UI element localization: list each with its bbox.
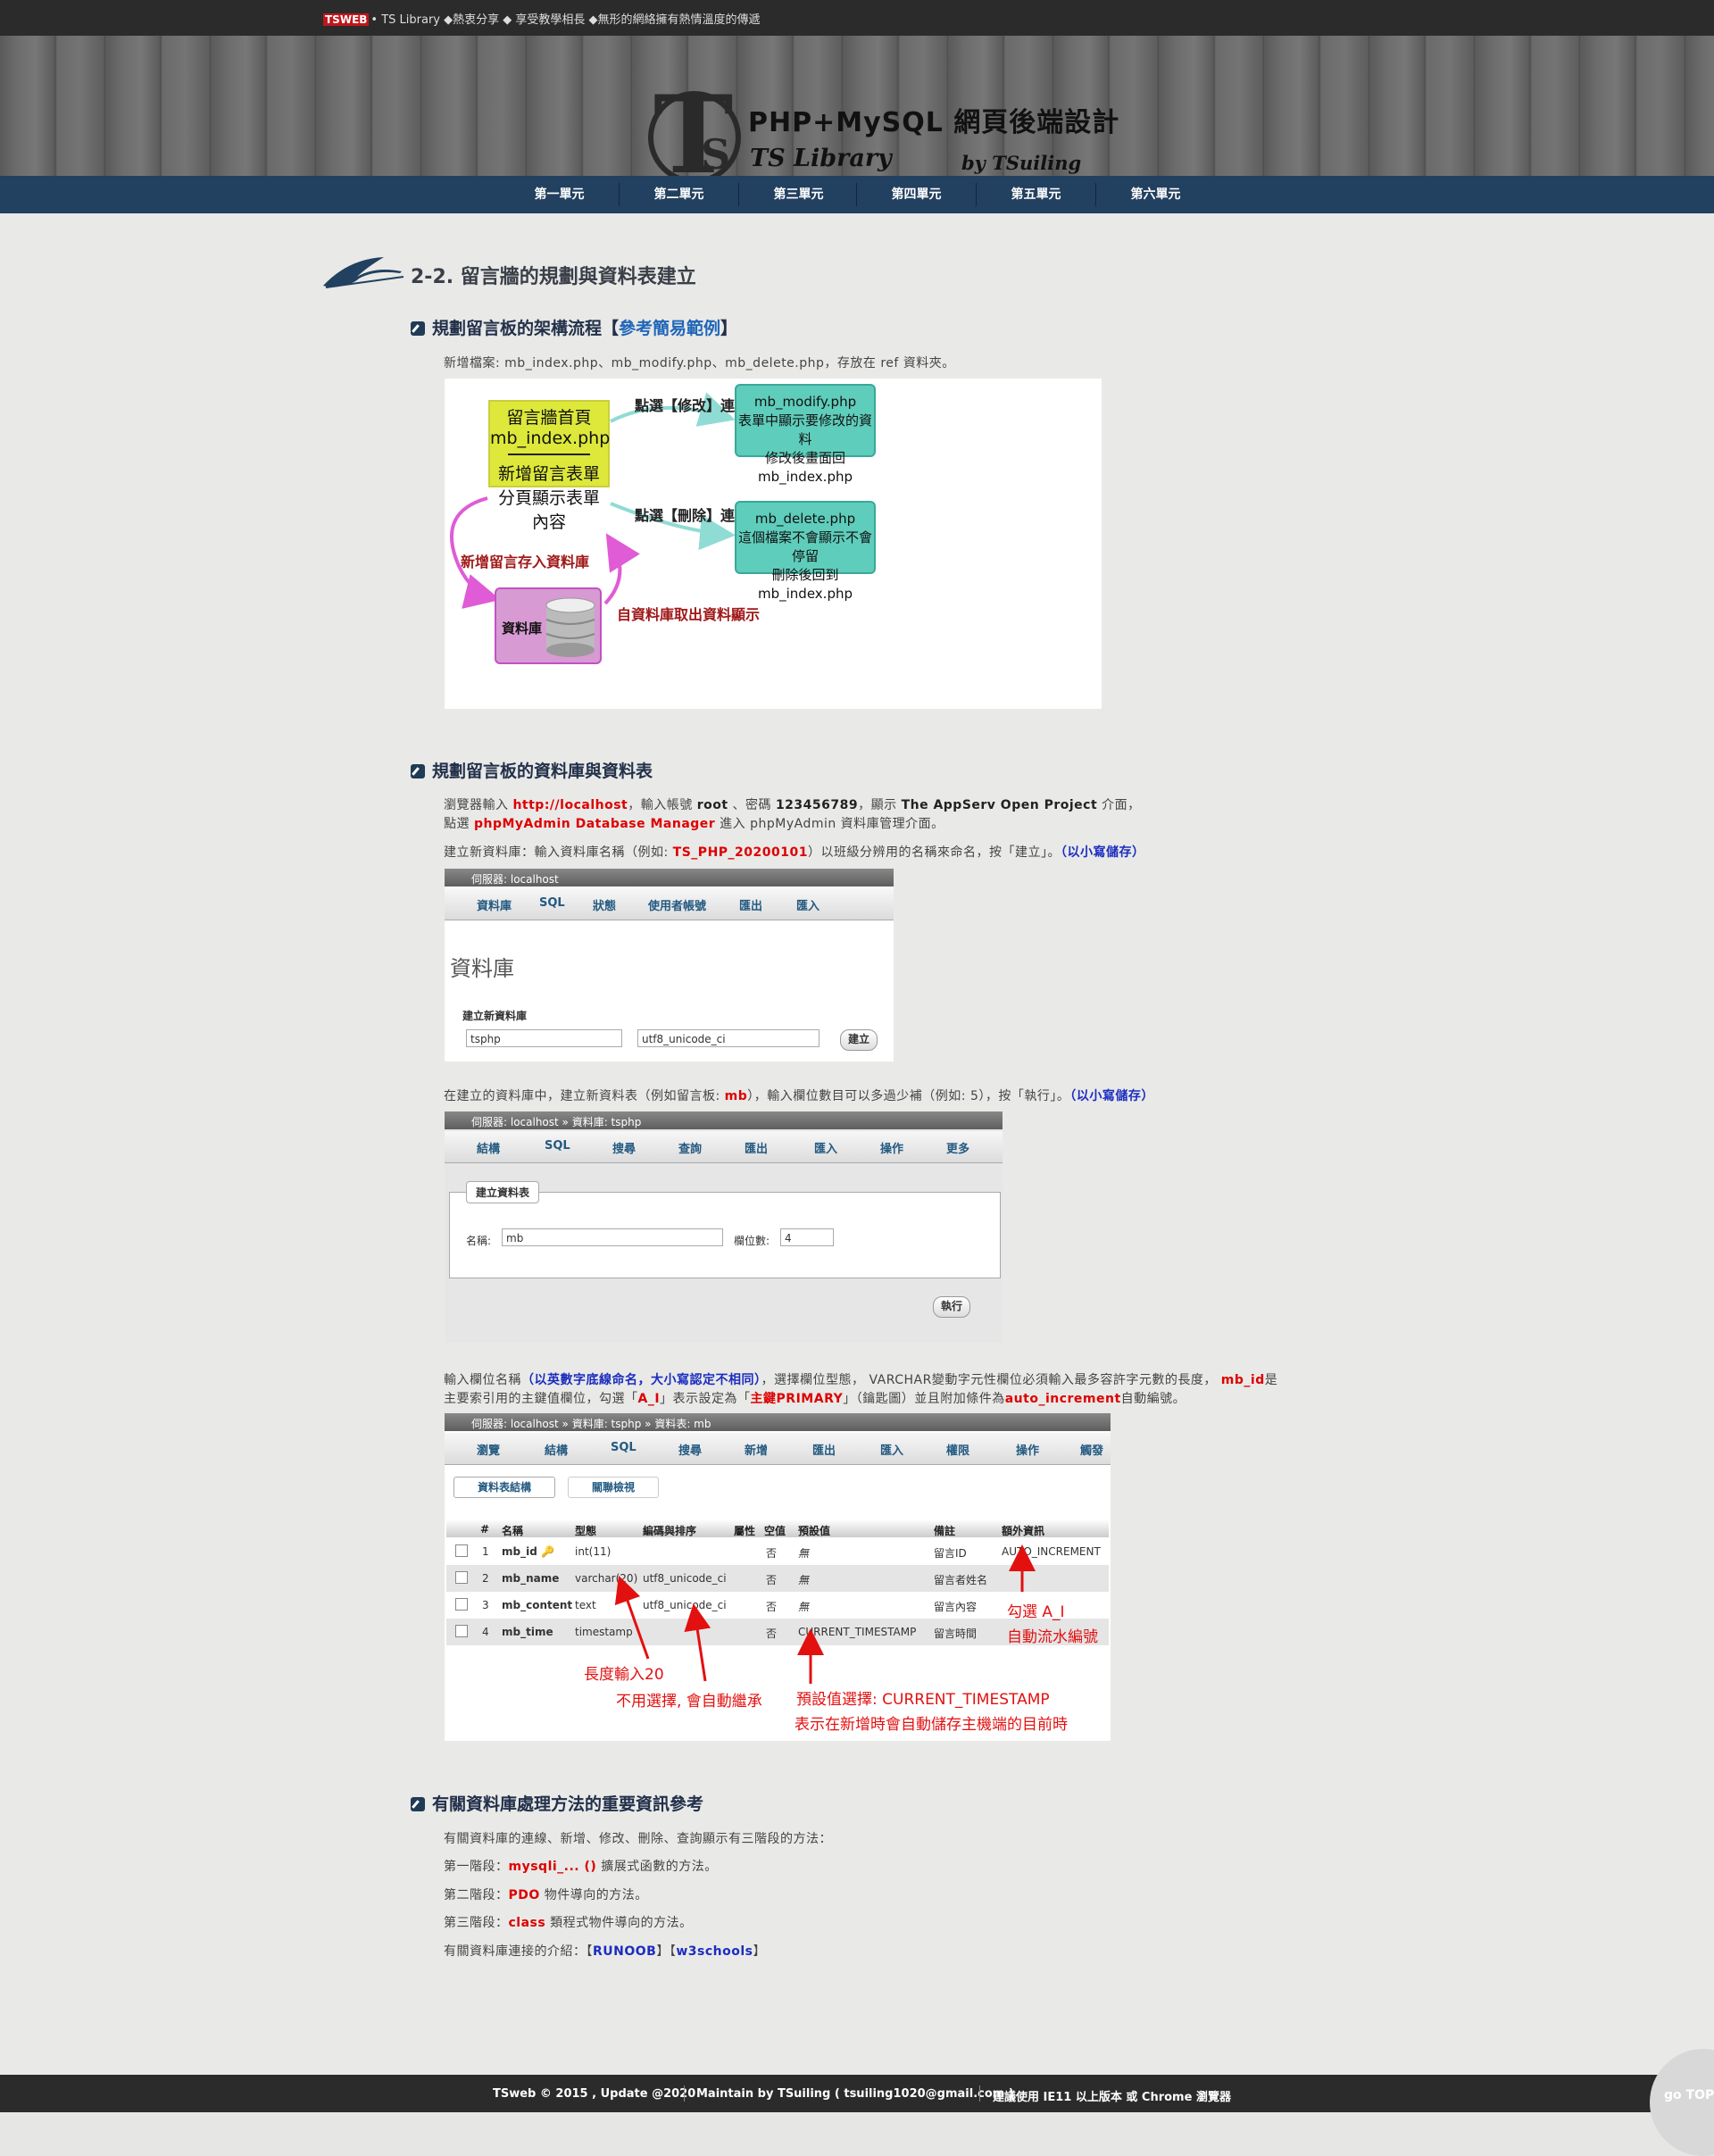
collation-select[interactable]: utf8_unicode_ci — [637, 1029, 820, 1047]
create-button[interactable]: 建立 — [840, 1029, 878, 1051]
main-nav: 第一單元 第二單元 第三單元 第四單元 第五單元 第六單元 — [0, 176, 1714, 213]
footer-maintainer[interactable]: Maintain by TSuiling ( tsuiling1020@gmai… — [696, 2087, 1014, 2101]
flow-fetch-label: 自資料庫取出資料顯示 — [617, 606, 761, 623]
tab-user-accounts[interactable]: 使用者帳號 — [648, 896, 706, 913]
annotation-default-2: 表示在新增時會自動儲存主機端的目前時 — [795, 1716, 1068, 1734]
create-table-legend: 建立資料表 — [466, 1181, 540, 1203]
ref-line-4: 第三階段：class 類程式物件導向的方法。 — [444, 1916, 693, 1930]
flow-diagram: 留言牆首頁 mb_index.php 新增留言表單 分頁顯示表單內容 點選【修改… — [445, 379, 1102, 709]
pma-table-structure-screenshot: 伺服器: localhost » 資料庫: tsphp » 資料表: mb 瀏覽… — [445, 1413, 1111, 1741]
site-footer: TSweb © 2015 , Update @2020 Maintain by … — [0, 2075, 1714, 2112]
db-paragraph-2: 點選 phpMyAdmin Database Manager 進入 phpMyA… — [444, 817, 944, 831]
flow-modify-box: mb_modify.php 表單中顯示要修改的資料 修改後畫面回mb_index… — [735, 384, 876, 485]
annotation-default-1: 預設值選擇: CURRENT_TIMESTAMP — [796, 1691, 1050, 1709]
nav-item-unit-6[interactable]: 第六單元 — [1096, 176, 1215, 213]
pma-breadcrumb: 伺服器: localhost » 資料庫: tsphp — [445, 1111, 1003, 1129]
edit-icon — [411, 1797, 425, 1811]
footer-browser-note: 建議使用 IE11 以上版本 或 Chrome 瀏覽器 — [993, 2091, 1231, 2104]
flow-delete-box: mb_delete.php 這個檔案不會顯示不會停留 刪除後回到mb_index… — [735, 501, 876, 602]
top-bar: TSWEB • TS Library ◆熱衷分享 ◆ 享受教學相長 ◆無形的網絡擁… — [0, 0, 1714, 36]
w3schools-link[interactable]: w3schools — [676, 1944, 753, 1959]
pma-tabs: 資料庫 SQL 狀態 使用者帳號 匯出 匯入 — [445, 888, 894, 920]
tab-structure[interactable]: 結構 — [477, 1139, 500, 1156]
annotation-ai-1: 勾選 A_I — [1007, 1603, 1065, 1621]
db-paragraph-1: 瀏覽器輸入 http://localhost，輸入帳號 root 、密碼 123… — [444, 798, 1141, 812]
tab-sql[interactable]: SQL — [539, 896, 565, 910]
flow-desc: 新增檔案: mb_index.php、mb_modify.php、mb_dele… — [444, 356, 955, 370]
tab-export[interactable]: 匯出 — [739, 896, 762, 913]
tab-query[interactable]: 查詢 — [678, 1139, 702, 1156]
tab-databases[interactable]: 資料庫 — [477, 896, 512, 913]
flow-index-box: 留言牆首頁 mb_index.php 新增留言表單 分頁顯示表單內容 — [488, 400, 610, 532]
example-link[interactable]: 參考簡易範例 — [619, 319, 720, 338]
nav-item-unit-5[interactable]: 第五單元 — [977, 176, 1095, 213]
ref-line-3: 第二階段：PDO 物件導向的方法。 — [444, 1888, 648, 1902]
pma-create-db-screenshot: 伺服器: localhost 資料庫 SQL 狀態 使用者帳號 匯出 匯入 資料… — [445, 869, 894, 1061]
table-name-input[interactable]: mb — [502, 1228, 723, 1246]
db-name-input[interactable]: tsphp — [466, 1029, 622, 1047]
top-tagline: TSWEB • TS Library ◆熱衷分享 ◆ 享受教學相長 ◆無形的網絡擁… — [323, 13, 761, 27]
footer-copyright: TSweb © 2015 , Update @2020 — [493, 2087, 696, 2101]
db-paragraph-5: 輸入欄位名稱（以英數字底線命名，大小寫認定不相同），選擇欄位型態， VARCHA… — [444, 1373, 1278, 1387]
go-button[interactable]: 執行 — [933, 1296, 970, 1318]
pma-tabs: 結構 SQL 搜尋 查詢 匯出 匯入 操作 更多 — [445, 1131, 1003, 1163]
database-icon — [545, 597, 595, 657]
tab-search[interactable]: 搜尋 — [612, 1139, 636, 1156]
footer-separator — [684, 2085, 685, 2102]
tab-operations[interactable]: 操作 — [880, 1139, 903, 1156]
tab-status[interactable]: 狀態 — [593, 896, 616, 913]
edit-icon — [411, 764, 425, 778]
section-heading-flow: 規劃留言板的架構流程【參考簡易範例】 — [411, 315, 737, 339]
annotation-collation: 不用選擇, 會自動繼承 — [616, 1693, 762, 1711]
ts-web-logo[interactable]: TSWEB — [323, 13, 370, 26]
db-paragraph-4: 在建立的資料庫中，建立新資料表（例如留言板: mb），輸入欄位數目可以多過少補（… — [444, 1089, 1154, 1103]
pen-flourish-icon — [323, 257, 404, 288]
pma-breadcrumb: 伺服器: localhost — [445, 869, 894, 887]
page-title: 2-2. 留言牆的規劃與資料表建立 — [411, 266, 696, 288]
table-name-label: 名稱: — [466, 1235, 492, 1247]
tab-more[interactable]: 更多 — [946, 1139, 969, 1156]
pma-page-heading: 資料庫 — [450, 956, 514, 981]
ref-line-5: 有關資料庫連接的介紹：【RUNOOB】【w3schools】 — [444, 1944, 766, 1959]
flow-db-box: 資料庫 — [495, 587, 602, 664]
ref-line-2: 第一階段：mysqli_... () 擴展式函數的方法。 — [444, 1860, 718, 1874]
site-logo-s: S — [701, 130, 731, 179]
nav-item-unit-4[interactable]: 第四單元 — [857, 176, 976, 213]
site-header: T S PHP+MySQL 網頁後端設計 TS Library by TSuil… — [0, 36, 1714, 189]
tab-sql[interactable]: SQL — [545, 1139, 570, 1153]
tab-import[interactable]: 匯入 — [796, 896, 820, 913]
column-count-label: 欄位數: — [734, 1235, 770, 1247]
footer-separator — [979, 2085, 980, 2102]
section-heading-db: 規劃留言板的資料庫與資料表 — [411, 758, 653, 782]
site-byline: by TSuiling — [961, 152, 1082, 174]
tab-export[interactable]: 匯出 — [745, 1139, 768, 1156]
localhost-link[interactable]: http://localhost — [512, 798, 628, 812]
tab-import[interactable]: 匯入 — [814, 1139, 837, 1156]
db-paragraph-6: 主要索引用的主鍵值欄位，勾選「A_I」表示設定為「主鍵PRIMARY」（鑰匙圖）… — [444, 1392, 1186, 1406]
flow-delete-label: 點選【刪除】連結 — [635, 507, 750, 524]
pma-create-table-screenshot: 伺服器: localhost » 資料庫: tsphp 結構 SQL 搜尋 查詢… — [445, 1111, 1003, 1343]
edit-icon — [411, 321, 425, 336]
annotation-length: 長度輸入20 — [584, 1666, 664, 1684]
nav-item-unit-2[interactable]: 第二單元 — [620, 176, 738, 213]
section-heading-reference: 有關資料庫處理方法的重要資訊參考 — [411, 1791, 703, 1815]
site-title: PHP+MySQL 網頁後端設計 — [748, 107, 1120, 138]
annotation-ai-2: 自動流水編號 — [1007, 1628, 1098, 1646]
flow-save-label: 新增留言存入資料庫 — [461, 554, 590, 570]
column-count-input[interactable]: 4 — [780, 1228, 834, 1246]
nav-item-unit-3[interactable]: 第三單元 — [739, 176, 858, 213]
ref-line-1: 有關資料庫的連線、新增、修改、刪除、查詢顯示有三階段的方法： — [444, 1832, 832, 1846]
flow-modify-label: 點選【修改】連結 — [635, 397, 750, 414]
site-subtitle: TS Library — [750, 145, 892, 172]
runoob-link[interactable]: RUNOOB — [593, 1944, 656, 1959]
create-db-label: 建立新資料庫 — [462, 1010, 528, 1022]
db-paragraph-3: 建立新資料庫：輸入資料庫名稱（例如: TS_PHP_20200101）以班級分辨… — [444, 845, 1145, 860]
nav-item-unit-1[interactable]: 第一單元 — [500, 176, 619, 213]
